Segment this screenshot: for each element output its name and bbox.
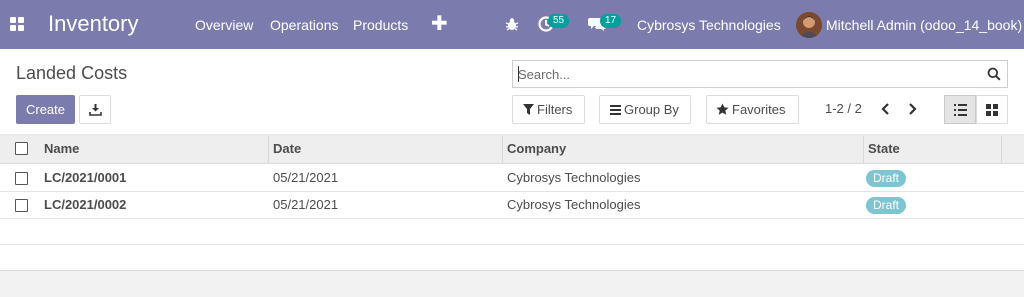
table-header: Name Date Company State: [0, 136, 1024, 164]
row-company: Cybrosys Technologies: [507, 170, 641, 185]
apps-menu-icon[interactable]: [10, 17, 24, 31]
pager-value[interactable]: 1-2 / 2: [825, 101, 862, 117]
menu-products[interactable]: Products: [353, 17, 408, 34]
table-row[interactable]: LC/2021/0001 05/21/2021 Cybrosys Technol…: [0, 165, 1024, 192]
select-all-checkbox[interactable]: [15, 142, 28, 155]
filters-label: Filters: [537, 102, 573, 117]
status-badge: Draft: [866, 197, 907, 214]
group-by-button[interactable]: Group By: [599, 95, 691, 124]
user-avatar[interactable]: [796, 12, 822, 38]
list-bars-icon: [610, 105, 621, 115]
kanban-grid-icon: [986, 104, 998, 116]
bug-icon[interactable]: [505, 17, 519, 31]
plus-icon[interactable]: ✚: [431, 13, 448, 35]
search-icon[interactable]: [987, 67, 1001, 81]
user-menu[interactable]: Mitchell Admin (odoo_14_book): [826, 17, 1022, 34]
filter-icon: [523, 104, 534, 115]
favorites-label: Favorites: [732, 102, 786, 117]
empty-row: [0, 245, 1024, 271]
chevron-right-icon[interactable]: [905, 100, 919, 118]
group-by-label: Group By: [624, 102, 679, 117]
top-navbar: Inventory Overview Operations Products ✚…: [0, 0, 1024, 49]
text-cursor: [518, 66, 519, 82]
search-input[interactable]: [518, 65, 978, 83]
list-view-button[interactable]: [944, 95, 976, 124]
kanban-view-button[interactable]: [976, 95, 1008, 124]
table-footer: [0, 270, 1024, 297]
row-name: LC/2021/0001: [44, 170, 127, 185]
column-header-name[interactable]: Name: [40, 136, 269, 164]
column-header-state[interactable]: State: [864, 136, 1002, 164]
row-checkbox[interactable]: [15, 199, 28, 212]
page-title: Landed Costs: [16, 63, 128, 83]
filters-button[interactable]: Filters: [512, 95, 585, 124]
column-header-date[interactable]: Date: [269, 136, 503, 164]
list-view-icon: [954, 104, 967, 116]
favorites-button[interactable]: Favorites: [706, 95, 799, 124]
company-switcher[interactable]: Cybrosys Technologies: [637, 17, 781, 34]
table-row[interactable]: LC/2021/0002 05/21/2021 Cybrosys Technol…: [0, 192, 1024, 219]
star-icon: [716, 103, 729, 115]
row-date: 05/21/2021: [273, 197, 339, 212]
create-button[interactable]: Create: [16, 95, 75, 124]
menu-overview[interactable]: Overview: [195, 17, 253, 34]
column-header-company[interactable]: Company: [503, 136, 864, 164]
chevron-left-icon[interactable]: [879, 100, 893, 118]
row-name: LC/2021/0002: [44, 197, 127, 212]
menu-operations[interactable]: Operations: [270, 17, 338, 34]
empty-row: [0, 219, 1024, 245]
download-icon: [89, 104, 102, 116]
row-company: Cybrosys Technologies: [507, 197, 641, 212]
app-name[interactable]: Inventory: [48, 11, 139, 37]
row-checkbox[interactable]: [15, 172, 28, 185]
download-button[interactable]: [79, 95, 111, 124]
row-date: 05/21/2021: [273, 170, 339, 185]
status-badge: Draft: [866, 170, 907, 187]
search-box[interactable]: [512, 60, 1008, 88]
activity-count-badge: 55: [548, 14, 570, 28]
messages-count-badge: 17: [600, 14, 622, 28]
